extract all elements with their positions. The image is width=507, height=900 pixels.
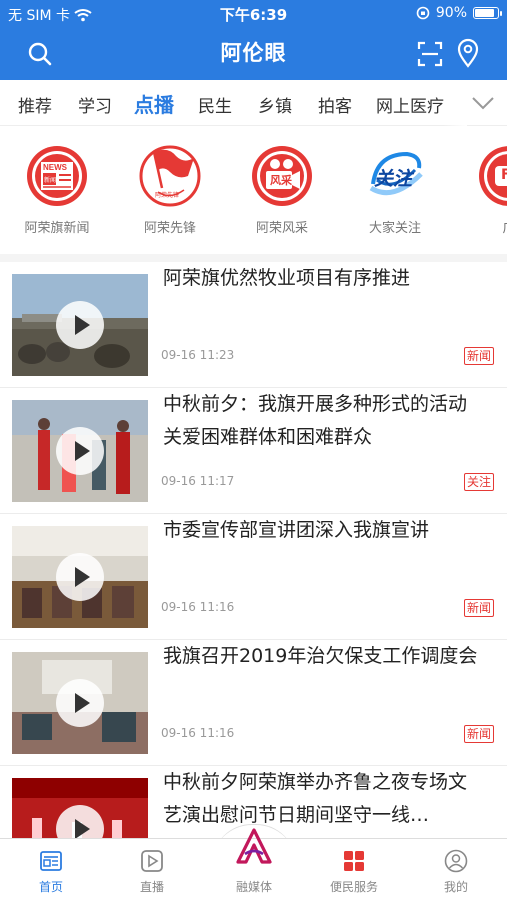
broadcast-badge-text: F <box>501 167 507 183</box>
channel-broadcast[interactable]: F 广 <box>463 144 507 236</box>
news-tag: 新闻 <box>463 725 494 743</box>
video-thumbnail[interactable] <box>12 400 148 502</box>
services-grid-icon <box>344 851 364 871</box>
news-badge-cn: 新闻 <box>44 177 57 184</box>
news-title: 中秋前夕阿荣旗举办齐鲁之夜专场文艺演出慰问节日期间坚守一线… <box>163 771 468 826</box>
channel-strip: NEWS 新闻 阿荣旗新闻 阿荣先锋 阿荣先锋 风采 阿荣风采 关注 大家关注 … <box>0 126 507 254</box>
live-icon <box>141 850 163 872</box>
tabs-fade <box>443 80 467 126</box>
home-icon <box>40 851 62 871</box>
category-tabs: 推荐 学习 点播 民生 乡镇 拍客 网上医疗 <box>0 80 507 126</box>
channel-arong-pioneer[interactable]: 阿荣先锋 阿荣先锋 <box>124 144 216 236</box>
video-thumbnail[interactable] <box>12 652 148 754</box>
broadcast-icon: F <box>477 144 507 208</box>
scan-icon[interactable] <box>416 40 444 68</box>
play-icon[interactable] <box>56 427 104 475</box>
flag-icon: 阿荣先锋 <box>138 144 202 208</box>
bottom-tab-profile[interactable]: 我的 <box>416 839 496 900</box>
news-item[interactable]: 中秋前夕：我旗开展多种形式的活动 关爱困难群体和困难群众 09-16 11:17… <box>0 388 507 514</box>
news-tag: 新闻 <box>463 599 494 617</box>
video-thumbnail[interactable] <box>12 526 148 628</box>
channel-label: 广 <box>463 217 507 236</box>
news-title: 阿荣旗优然牧业项目有序推进 <box>163 267 411 289</box>
news-item[interactable]: 我旗召开2019年治欠保支工作调度会 09-16 11:16 新闻 <box>0 640 507 766</box>
bottom-tab-home[interactable]: 首页 <box>11 839 91 900</box>
section-divider <box>0 254 507 262</box>
bottom-tab-label: 融媒体 <box>235 880 272 894</box>
location-pin-icon[interactable] <box>455 38 481 68</box>
channel-arong-news[interactable]: NEWS 新闻 阿荣旗新闻 <box>11 144 103 236</box>
news-tag: 关注 <box>463 473 494 491</box>
focus-icon: 关注 <box>363 144 427 208</box>
news-item[interactable]: 市委宣传部宣讲团深入我旗宣讲 09-16 11:16 新闻 <box>0 514 507 640</box>
app-header: 无 SIM 卡 下午6:39 90% 阿伦眼 <box>0 0 507 80</box>
tab-towns[interactable]: 乡镇 <box>258 92 292 117</box>
news-item[interactable]: 阿荣旗优然牧业项目有序推进 09-16 11:23 新闻 <box>0 262 507 388</box>
style-badge-text: 风采 <box>270 174 292 187</box>
news-icon: NEWS 新闻 <box>25 144 89 208</box>
news-title: 中秋前夕：我旗开展多种形式的活动 关爱困难群体和困难群众 <box>163 393 468 448</box>
bottom-tab-media[interactable]: 融媒体 <box>214 828 294 900</box>
news-time: 09-16 11:16 <box>161 600 235 614</box>
news-tag: 新闻 <box>463 347 494 365</box>
profile-icon <box>444 849 468 873</box>
status-bar: 无 SIM 卡 下午6:39 90% <box>0 0 507 28</box>
news-title: 我旗召开2019年治欠保支工作调度会 <box>163 645 478 667</box>
bottom-tab-label: 直播 <box>139 880 164 894</box>
tab-online-medical[interactable]: 网上医疗 <box>376 92 444 117</box>
play-icon[interactable] <box>56 679 104 727</box>
channel-label: 阿荣旗新闻 <box>24 221 90 236</box>
focus-badge-text: 关注 <box>374 168 413 190</box>
chevron-down-icon[interactable] <box>471 92 495 114</box>
news-time: 09-16 11:16 <box>161 726 235 740</box>
tab-on-demand[interactable]: 点播 <box>134 89 174 118</box>
tab-livelihood[interactable]: 民生 <box>198 92 232 117</box>
channel-arong-style[interactable]: 风采 阿荣风采 <box>236 144 328 236</box>
rotation-lock-icon <box>416 6 430 20</box>
bottom-tab-label: 便民服务 <box>329 880 378 894</box>
channel-label: 阿荣先锋 <box>143 221 196 236</box>
battery-fill <box>475 9 494 17</box>
news-title: 市委宣传部宣讲团深入我旗宣讲 <box>163 519 430 541</box>
bottom-tab-label: 我的 <box>443 880 468 894</box>
channel-label: 大家关注 <box>368 221 421 236</box>
channel-everyone-focus[interactable]: 关注 大家关注 <box>349 144 441 236</box>
media-logo-icon <box>236 828 272 864</box>
play-icon[interactable] <box>56 301 104 349</box>
pioneer-badge-text: 阿荣先锋 <box>155 192 180 199</box>
play-icon[interactable] <box>56 553 104 601</box>
status-right: 90% <box>416 5 502 21</box>
tab-snapshot[interactable]: 拍客 <box>318 92 352 117</box>
news-time: 09-16 11:23 <box>161 348 235 362</box>
bottom-tab-bar: 首页 直播 融媒体 便民服务 我的 <box>0 828 507 900</box>
video-thumbnail[interactable] <box>12 274 148 376</box>
news-badge-text: NEWS <box>43 163 67 172</box>
news-time: 09-16 11:17 <box>161 474 235 488</box>
bottom-tab-live[interactable]: 直播 <box>112 839 192 900</box>
channel-label: 阿荣风采 <box>255 221 308 236</box>
tab-recommend[interactable]: 推荐 <box>18 92 52 117</box>
bottom-tab-services[interactable]: 便民服务 <box>314 839 394 900</box>
tab-study[interactable]: 学习 <box>78 92 112 117</box>
bottom-tab-label: 首页 <box>38 880 63 894</box>
battery-icon <box>473 7 502 19</box>
camera-icon: 风采 <box>250 144 314 208</box>
battery-percent: 90% <box>435 5 467 21</box>
